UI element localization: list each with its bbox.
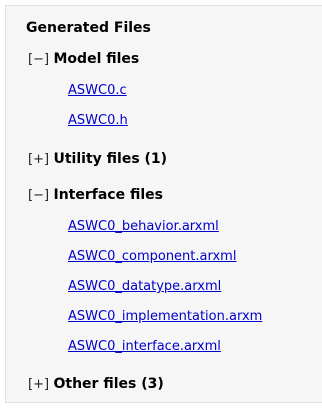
collapse-toggle[interactable]: [−] [28,188,49,203]
expand-toggle[interactable]: [+] [28,152,49,167]
file-link-component-arxml[interactable]: ASWC0_component.arxml [68,249,236,264]
expand-toggle[interactable]: [+] [28,377,49,392]
group-model-files: [−] Model files [28,51,139,67]
group-label-interface-files[interactable]: Interface files [54,187,163,203]
file-link-interface-arxml[interactable]: ASWC0_interface.arxml [68,339,221,354]
group-label-other-files[interactable]: Other files (3) [54,376,164,392]
file-link-aswc0-c[interactable]: ASWC0.c [68,83,127,98]
group-label-utility-files[interactable]: Utility files (1) [54,151,168,167]
file-link-behavior-arxml[interactable]: ASWC0_behavior.arxml [68,219,219,234]
group-utility-files: [+] Utility files (1) [28,151,167,167]
collapse-toggle[interactable]: [−] [28,52,49,67]
group-other-files: [+] Other files (3) [28,376,164,392]
file-link-datatype-arxml[interactable]: ASWC0_datatype.arxml [68,279,221,294]
file-link-aswc0-h[interactable]: ASWC0.h [68,113,128,128]
group-interface-files: [−] Interface files [28,187,163,203]
group-label-model-files[interactable]: Model files [54,51,140,67]
panel-title: Generated Files [26,20,151,36]
file-link-implementation-arxml[interactable]: ASWC0_implementation.arxm [68,309,262,324]
generated-files-panel: Generated Files [−] Model files ASWC0.c … [5,5,322,403]
